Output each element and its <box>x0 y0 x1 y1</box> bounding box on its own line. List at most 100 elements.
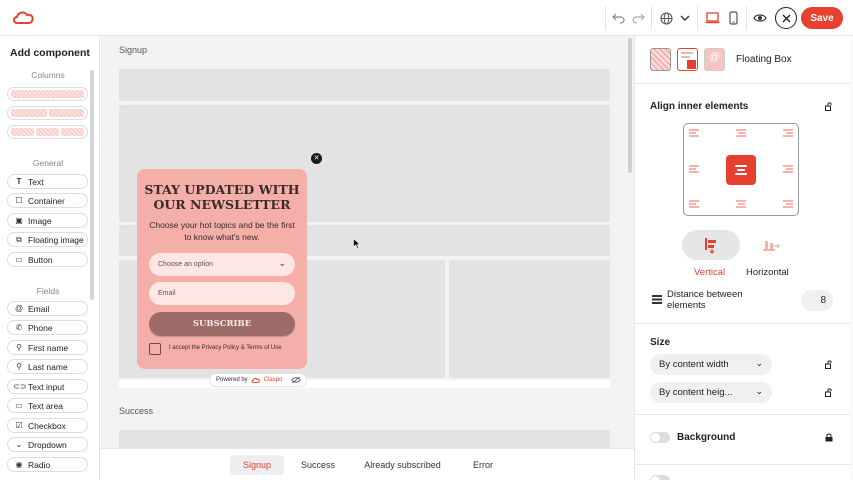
mouse-cursor-icon <box>353 238 361 249</box>
canvas-scrollbar[interactable] <box>628 38 632 173</box>
image-icon: ▣ <box>15 216 23 225</box>
vertical-direction-button[interactable] <box>682 230 740 260</box>
floating-image-icon: ⧉ <box>16 234 22 244</box>
privacy-checkbox[interactable] <box>149 343 161 355</box>
element-thumb-floating-box[interactable] <box>677 48 698 71</box>
undo-icon[interactable] <box>608 8 628 28</box>
input-icon: ⊂⊃ <box>13 382 27 391</box>
preview-eye-icon[interactable] <box>750 8 770 28</box>
popup-title[interactable]: STAY UPDATED WITH OUR NEWSLETTER <box>137 182 307 212</box>
globe-icon[interactable] <box>656 8 676 28</box>
component-floating-image[interactable]: ⧉ Floating image <box>7 232 88 247</box>
field-last-name[interactable]: ⚲ Last name <box>7 359 88 374</box>
editor-canvas[interactable]: Signup Success STAY UPDATED WITH OUR NEW… <box>101 36 634 480</box>
selected-element-title: Floating Box <box>736 54 792 65</box>
field-text-input[interactable]: ⊂⊃ Text input <box>7 379 88 394</box>
dropdown-icon: ⌄ <box>15 440 23 449</box>
desktop-view-icon[interactable] <box>702 8 722 28</box>
vertical-label: Vertical <box>694 267 726 278</box>
field-text-area[interactable]: ▭ Text area <box>7 398 88 413</box>
section-columns-label: Columns <box>31 70 65 80</box>
component-button[interactable]: ▭ Button <box>7 252 88 267</box>
field-radio[interactable]: ◉ Radio <box>7 457 88 472</box>
left-panel-scrollbar[interactable] <box>90 70 94 300</box>
chevron-down-icon[interactable] <box>675 8 695 28</box>
alignment-grid[interactable] <box>683 123 799 216</box>
align-center-selected[interactable] <box>726 155 756 185</box>
align-top-right[interactable] <box>781 129 793 138</box>
tab-error[interactable]: Error <box>461 455 505 475</box>
eye-off-icon[interactable] <box>291 376 302 384</box>
radio-icon: ◉ <box>15 460 23 469</box>
tab-success[interactable]: Success <box>292 455 344 475</box>
subscribe-button[interactable]: SUBSCRIBE <box>149 312 295 336</box>
claspo-logo-icon[interactable] <box>12 9 36 27</box>
layout-row[interactable] <box>119 69 610 101</box>
checkbox-icon: ☑ <box>15 421 23 430</box>
layout-column[interactable] <box>449 260 610 378</box>
popup-subtitle[interactable]: Choose your hot topics and be the first … <box>147 219 297 243</box>
next-section-toggle[interactable] <box>650 475 670 480</box>
three-column-layout[interactable] <box>7 125 88 139</box>
canvas-gap <box>119 380 610 388</box>
background-toggle[interactable] <box>650 432 670 443</box>
redo-icon[interactable] <box>628 8 648 28</box>
mobile-view-icon[interactable] <box>723 8 743 28</box>
element-thumb-at[interactable]: @ <box>704 48 725 71</box>
tab-signup[interactable]: Signup <box>230 455 284 475</box>
panel-divider <box>635 414 850 415</box>
height-mode-select[interactable]: By content heig... ⌄ <box>650 382 772 403</box>
save-button[interactable]: Save <box>801 7 843 29</box>
align-bottom-left[interactable] <box>689 200 701 209</box>
person-icon: ⚲ <box>16 343 22 352</box>
field-checkbox[interactable]: ☑ Checkbox <box>7 418 88 433</box>
person-icon: ⚲ <box>16 362 22 371</box>
vertical-stack-icon <box>705 238 716 254</box>
align-bottom-right[interactable] <box>781 200 793 209</box>
component-container[interactable]: ☐ Container <box>7 193 88 208</box>
align-middle-left[interactable] <box>689 165 701 174</box>
email-field[interactable]: Email <box>149 282 295 305</box>
topic-dropdown[interactable]: Choose an option ⌄ <box>149 253 295 276</box>
component-text[interactable]: T Text <box>7 174 88 189</box>
lock-closed-icon[interactable] <box>825 433 833 442</box>
horizontal-direction-button[interactable] <box>742 230 800 260</box>
powered-by-badge: Powered by Claspo <box>209 373 307 387</box>
toolbar-divider <box>605 6 606 30</box>
two-column-layout[interactable] <box>7 106 88 120</box>
close-editor-button[interactable] <box>775 7 797 29</box>
lock-open-icon[interactable] <box>825 102 833 111</box>
align-top-center[interactable] <box>735 129 747 138</box>
chevron-down-icon: ⌄ <box>278 258 286 268</box>
lock-open-icon[interactable] <box>825 388 833 397</box>
toolbar-divider <box>746 6 747 30</box>
button-icon: ▭ <box>15 255 23 264</box>
signup-section-label: Signup <box>119 45 148 55</box>
horizontal-stack-icon <box>763 241 780 251</box>
popup-close-icon[interactable]: ✕ <box>311 153 322 164</box>
privacy-checkbox-label: I accept the Privacy Policy & Terms of U… <box>169 345 282 351</box>
field-first-name[interactable]: ⚲ First name <box>7 340 88 355</box>
at-icon: @ <box>14 304 24 313</box>
component-image[interactable]: ▣ Image <box>7 213 88 228</box>
newsletter-popup[interactable]: STAY UPDATED WITH OUR NEWSLETTER Choose … <box>137 169 307 369</box>
background-label: Background <box>677 432 736 443</box>
lock-open-icon[interactable] <box>825 360 833 369</box>
state-tabs: Signup Success Already subscribed Error <box>101 448 634 480</box>
tab-already-subscribed[interactable]: Already subscribed <box>355 455 450 475</box>
one-column-layout[interactable] <box>7 87 88 101</box>
align-bottom-center[interactable] <box>735 200 747 209</box>
panel-divider <box>635 464 850 465</box>
field-phone[interactable]: ✆ Phone <box>7 320 88 335</box>
width-mode-select[interactable]: By content width ⌄ <box>650 354 772 375</box>
align-section-title: Align inner elements <box>650 101 749 112</box>
align-middle-right[interactable] <box>781 165 793 174</box>
distance-label: Distance between elements <box>667 289 743 311</box>
field-email[interactable]: @ Email <box>7 301 88 316</box>
toolbar-divider <box>651 6 652 30</box>
field-dropdown[interactable]: ⌄ Dropdown <box>7 437 88 452</box>
align-top-left[interactable] <box>689 129 701 138</box>
element-thumb-box[interactable] <box>650 48 671 71</box>
container-icon: ☐ <box>15 196 23 205</box>
distance-input[interactable]: 8 <box>801 290 833 311</box>
